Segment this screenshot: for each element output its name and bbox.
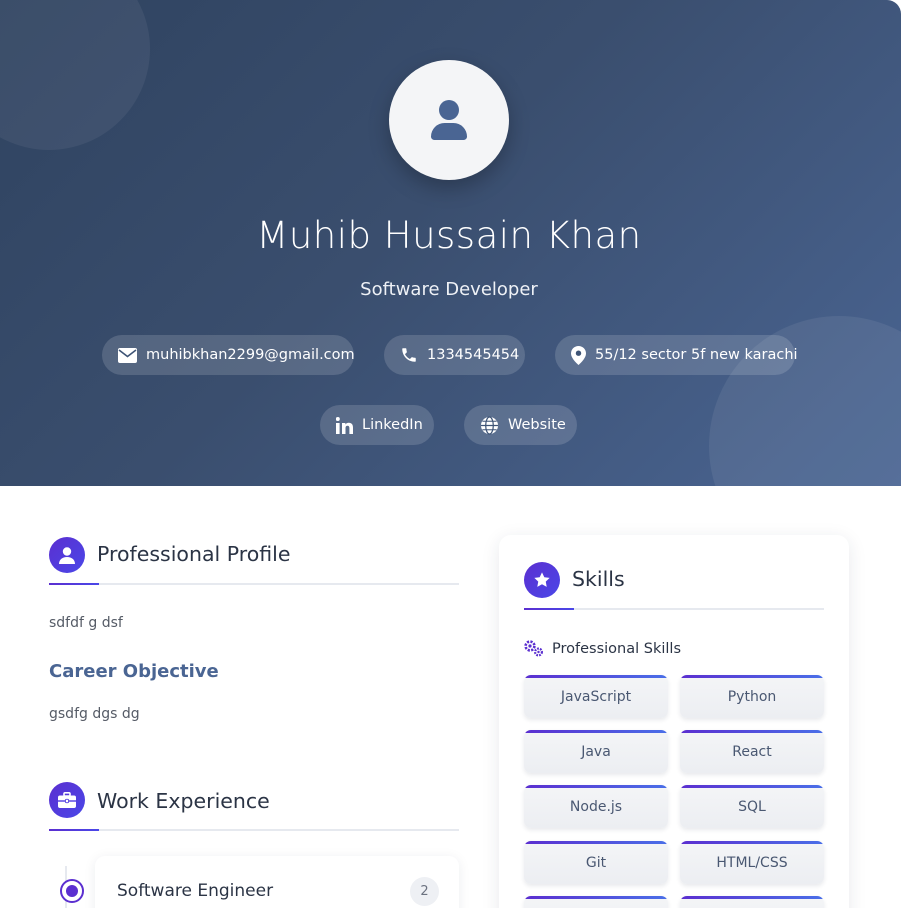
section-divider: [524, 608, 824, 610]
timeline-dot: [60, 879, 84, 903]
briefcase-icon: [58, 792, 76, 808]
experience-section-icon: [49, 782, 85, 818]
linkedin-label: LinkedIn: [362, 417, 423, 433]
email-text: muhibkhan2299@gmail.com: [146, 347, 355, 363]
skills-section-icon: [524, 562, 560, 598]
career-objective-text: gsdfg dgs dg: [49, 706, 140, 722]
profile-heading: Professional Profile: [97, 542, 291, 566]
experience-heading: Work Experience: [97, 789, 270, 813]
section-divider: [49, 583, 459, 585]
skills-heading: Skills: [572, 567, 625, 591]
map-pin-icon: [571, 345, 586, 365]
skill-chip: [680, 896, 824, 908]
website-link[interactable]: Website: [464, 405, 577, 445]
skill-chip: JavaScript: [524, 675, 668, 718]
skill-chip: Python: [680, 675, 824, 718]
avatar: [389, 60, 509, 180]
profile-header: Muhib Hussain Khan Software Developer mu…: [0, 0, 901, 486]
professional-skills-heading: Professional Skills: [524, 640, 681, 657]
skill-chip: HTML/CSS: [680, 841, 824, 884]
website-label: Website: [508, 417, 566, 433]
work-experience-item[interactable]: Software Engineer 2: [95, 856, 459, 908]
profile-summary: sdfdf g dsf: [49, 615, 123, 631]
professional-skills-label: Professional Skills: [552, 640, 681, 657]
experience-count-badge: 2: [410, 877, 439, 906]
user-icon: [59, 546, 75, 564]
globe-icon: [480, 415, 499, 435]
phone-text: 1334545454: [427, 347, 520, 363]
skill-chip: [524, 896, 668, 908]
email-contact[interactable]: muhibkhan2299@gmail.com: [102, 335, 355, 375]
phone-contact[interactable]: 1334545454: [384, 335, 525, 375]
star-icon: [534, 572, 550, 587]
profile-section-icon: [49, 537, 85, 573]
skill-chip: SQL: [680, 785, 824, 828]
gears-icon: [524, 640, 544, 657]
skill-chip: Git: [524, 841, 668, 884]
envelope-icon: [118, 347, 137, 363]
section-divider: [49, 829, 459, 831]
linkedin-link[interactable]: LinkedIn: [320, 405, 434, 445]
resume-page: Muhib Hussain Khan Software Developer mu…: [0, 0, 901, 908]
linkedin-icon: [336, 416, 353, 434]
career-objective-heading: Career Objective: [49, 661, 219, 682]
skill-chip: Java: [524, 730, 668, 773]
phone-icon: [402, 348, 416, 362]
location-contact: 55/12 sector 5f new karachi: [555, 335, 798, 375]
location-text: 55/12 sector 5f new karachi: [595, 347, 798, 363]
skill-chip: React: [680, 730, 824, 773]
profile-title: Software Developer: [360, 279, 538, 300]
user-icon: [431, 100, 467, 140]
job-title: Software Engineer: [117, 881, 274, 901]
skill-chip: Node.js: [524, 785, 668, 828]
decorative-circle: [0, 0, 150, 150]
profile-name: Muhib Hussain Khan: [256, 214, 642, 257]
